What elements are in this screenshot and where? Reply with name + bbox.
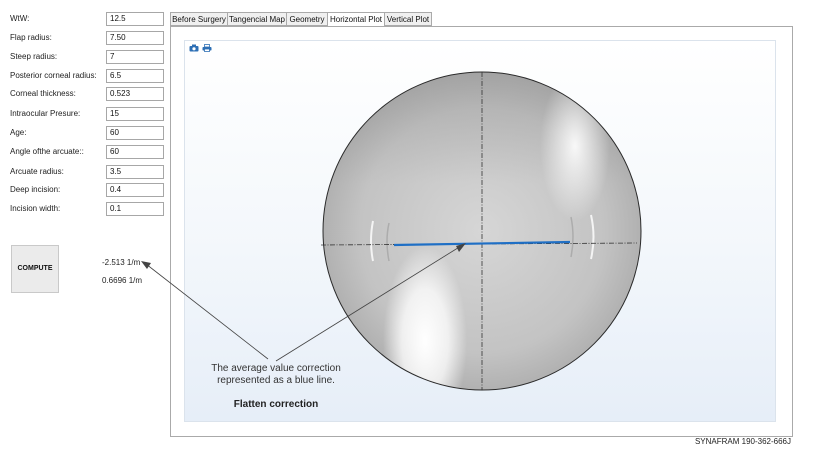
- horizontal-plot-panel: The average value correction represented…: [170, 26, 793, 437]
- flap-radius-input[interactable]: 7.50: [106, 31, 164, 45]
- param-label: Incision width:: [10, 204, 61, 213]
- param-label: Corneal thickness:: [10, 89, 76, 98]
- annotation-title: Flatten correction: [233, 399, 319, 410]
- tab-vertical-plot[interactable]: Vertical Plot: [384, 12, 432, 26]
- tab-geometry[interactable]: Geometry: [286, 12, 328, 26]
- result-callout-arrowhead: [141, 261, 151, 269]
- tab-tangencial-map[interactable]: Tangencial Map: [227, 12, 287, 26]
- param-label: Flap radius:: [10, 33, 52, 42]
- corneal-thickness-input[interactable]: 0.523: [106, 87, 164, 101]
- incision-width-input[interactable]: 0.1: [106, 202, 164, 216]
- arcuate-radius-input[interactable]: 3.5: [106, 165, 164, 179]
- param-label: Steep radius:: [10, 52, 58, 61]
- param-label: Posterior corneal radius:: [10, 71, 97, 80]
- result-secondary-value: 0.6696 1/m: [102, 276, 143, 285]
- param-label: WtW:: [10, 14, 30, 23]
- tab-before-surgery[interactable]: Before Surgery: [170, 12, 228, 26]
- annotation-line-2: represented as a blue line.: [217, 375, 335, 386]
- param-label: Angle ofthe arcuate::: [10, 147, 84, 156]
- intraocular-pressure-input[interactable]: 15: [106, 107, 164, 121]
- param-label: Deep incision:: [10, 185, 61, 194]
- wtw-input[interactable]: 12.5: [106, 12, 164, 26]
- posterior-corneal-radius-input[interactable]: 6.5: [106, 69, 164, 83]
- param-label: Age:: [10, 128, 27, 137]
- age-input[interactable]: 60: [106, 126, 164, 140]
- plot-area: The average value correction represented…: [184, 40, 776, 422]
- param-label: Intraocular Presure:: [10, 109, 81, 118]
- arcuate-angle-input[interactable]: 60: [106, 145, 164, 159]
- deep-incision-input[interactable]: 0.4: [106, 183, 164, 197]
- compute-button[interactable]: COMPUTE: [11, 245, 59, 293]
- steep-radius-input[interactable]: 7: [106, 50, 164, 64]
- tab-horizontal-plot[interactable]: Horizontal Plot: [327, 12, 385, 27]
- param-label: Arcuate radius:: [10, 167, 64, 176]
- footer-code: SYNAFRAM 190-362-666J: [694, 437, 791, 446]
- result-average-correction: -2.513 1/m: [102, 258, 141, 267]
- annotation-line-1: The average value correction: [211, 363, 341, 374]
